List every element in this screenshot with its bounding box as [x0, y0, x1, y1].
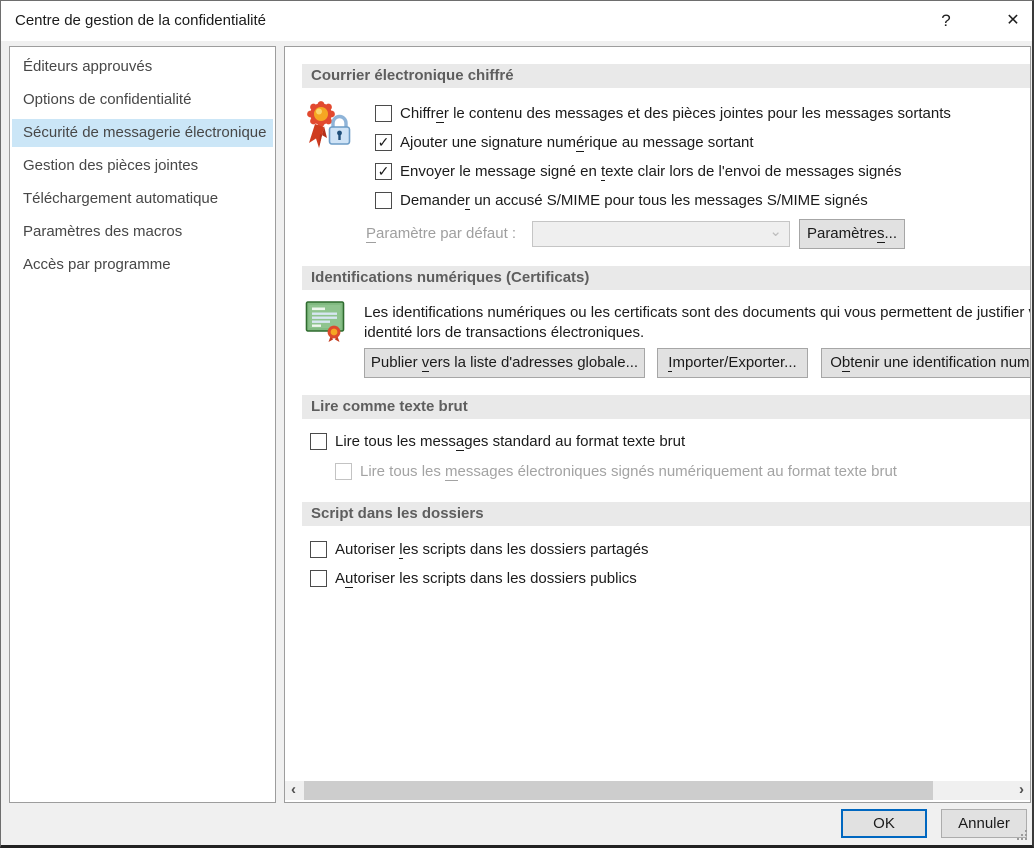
scroll-left-button[interactable]: ‹: [285, 781, 302, 800]
scripts-public-folders-label[interactable]: Autoriser les scripts dans les dossiers …: [335, 570, 637, 587]
checkbox-row-digital-signature: ✓ Ajouter une signature numérique au mes…: [375, 134, 754, 151]
scroll-right-button[interactable]: ›: [1013, 781, 1030, 800]
sidebar-item-auto-download[interactable]: Téléchargement automatique: [12, 185, 273, 213]
resize-grip[interactable]: [1025, 838, 1027, 840]
sidebar-item-email-security[interactable]: Sécurité de messagerie électronique: [12, 119, 273, 147]
sidebar-item-programmatic-access[interactable]: Accès par programme: [12, 251, 273, 279]
settings-button[interactable]: Paramètres...: [799, 219, 905, 249]
help-button[interactable]: ?: [926, 1, 966, 41]
read-plain-text-label[interactable]: Lire tous les messages standard au forma…: [335, 433, 685, 450]
checkbox-row-scripts-shared-folders: Autoriser les scripts dans les dossiers …: [310, 541, 649, 558]
read-plain-text-checkbox[interactable]: [310, 433, 327, 450]
scrollable-content: Courrier électronique chiffré: [285, 47, 1031, 779]
checkbox-row-scripts-public-folders: Autoriser les scripts dans les dossiers …: [310, 570, 637, 587]
clear-text-signed-checkbox[interactable]: ✓: [375, 163, 392, 180]
digital-signature-label[interactable]: Ajouter une signature numérique au messa…: [400, 134, 754, 151]
section-header-encrypted-mail: Courrier électronique chiffré: [302, 64, 1031, 88]
certificate-lock-icon: [305, 100, 351, 152]
read-signed-plain-text-checkbox: [335, 463, 352, 480]
sidebar-item-trusted-publishers[interactable]: Éditeurs approuvés: [12, 53, 273, 81]
dialog-title: Centre de gestion de la confidentialité: [15, 1, 266, 41]
scripts-shared-folders-checkbox[interactable]: [310, 541, 327, 558]
sidebar-item-attachments[interactable]: Gestion des pièces jointes: [12, 152, 273, 180]
trust-center-dialog: Centre de gestion de la confidentialité …: [0, 0, 1034, 848]
default-setting-select: ⌄: [532, 221, 790, 247]
section-header-plain-text: Lire comme texte brut: [302, 395, 1031, 419]
section-header-folder-scripts: Script dans les dossiers: [302, 502, 1031, 526]
ok-button[interactable]: OK: [841, 809, 927, 838]
get-digital-id-button[interactable]: Obtenir une identification numérique...: [821, 348, 1031, 378]
checkbox-row-read-signed-plain-text: Lire tous les messages électroniques sig…: [335, 463, 897, 480]
horizontal-scrollbar[interactable]: ‹ ›: [285, 781, 1030, 800]
cancel-button[interactable]: Annuler: [941, 809, 1027, 838]
sidebar-item-privacy-options[interactable]: Options de confidentialité: [12, 86, 273, 114]
scripts-public-folders-checkbox[interactable]: [310, 570, 327, 587]
encrypt-outgoing-checkbox[interactable]: [375, 105, 392, 122]
digital-signature-checkbox[interactable]: ✓: [375, 134, 392, 151]
scripts-shared-folders-label[interactable]: Autoriser les scripts dans les dossiers …: [335, 541, 649, 558]
certificate-icon: [305, 299, 347, 343]
scroll-thumb[interactable]: [304, 781, 933, 800]
checkbox-row-encrypt-outgoing: Chiffrer le contenu des messages et des …: [375, 105, 951, 122]
smime-receipt-label[interactable]: Demander un accusé S/MIME pour tous les …: [400, 192, 868, 209]
digital-ids-description-line1: Les identifications numériques ou les ce…: [364, 304, 1031, 321]
title-bar: Centre de gestion de la confidentialité …: [1, 1, 1032, 41]
checkbox-row-smime-receipt: Demander un accusé S/MIME pour tous les …: [375, 192, 868, 209]
digital-ids-description-line2: identité lors de transactions électroniq…: [364, 324, 644, 341]
default-setting-label: Paramètre par défaut :: [366, 221, 516, 247]
publish-gal-button[interactable]: Publier vers la liste d'adresses globale…: [364, 348, 645, 378]
clear-text-signed-label[interactable]: Envoyer le message signé en texte clair …: [400, 163, 901, 180]
email-security-page: Courrier électronique chiffré: [284, 46, 1031, 803]
chevron-down-icon: ⌄: [769, 220, 782, 244]
sidebar-item-macro-settings[interactable]: Paramètres des macros: [12, 218, 273, 246]
checkbox-row-clear-text-signed: ✓ Envoyer le message signé en texte clai…: [375, 163, 901, 180]
checkbox-row-read-plain-text: Lire tous les messages standard au forma…: [310, 433, 685, 450]
smime-receipt-checkbox[interactable]: [375, 192, 392, 209]
sidebar: Éditeurs approuvés Options de confidenti…: [9, 46, 276, 803]
read-signed-plain-text-label: Lire tous les messages électroniques sig…: [360, 463, 897, 480]
section-header-digital-ids: Identifications numériques (Certificats): [302, 266, 1031, 290]
close-button[interactable]: ✕: [993, 1, 1033, 41]
encrypt-outgoing-label[interactable]: Chiffrer le contenu des messages et des …: [400, 105, 951, 122]
import-export-button[interactable]: Importer/Exporter...: [657, 348, 808, 378]
